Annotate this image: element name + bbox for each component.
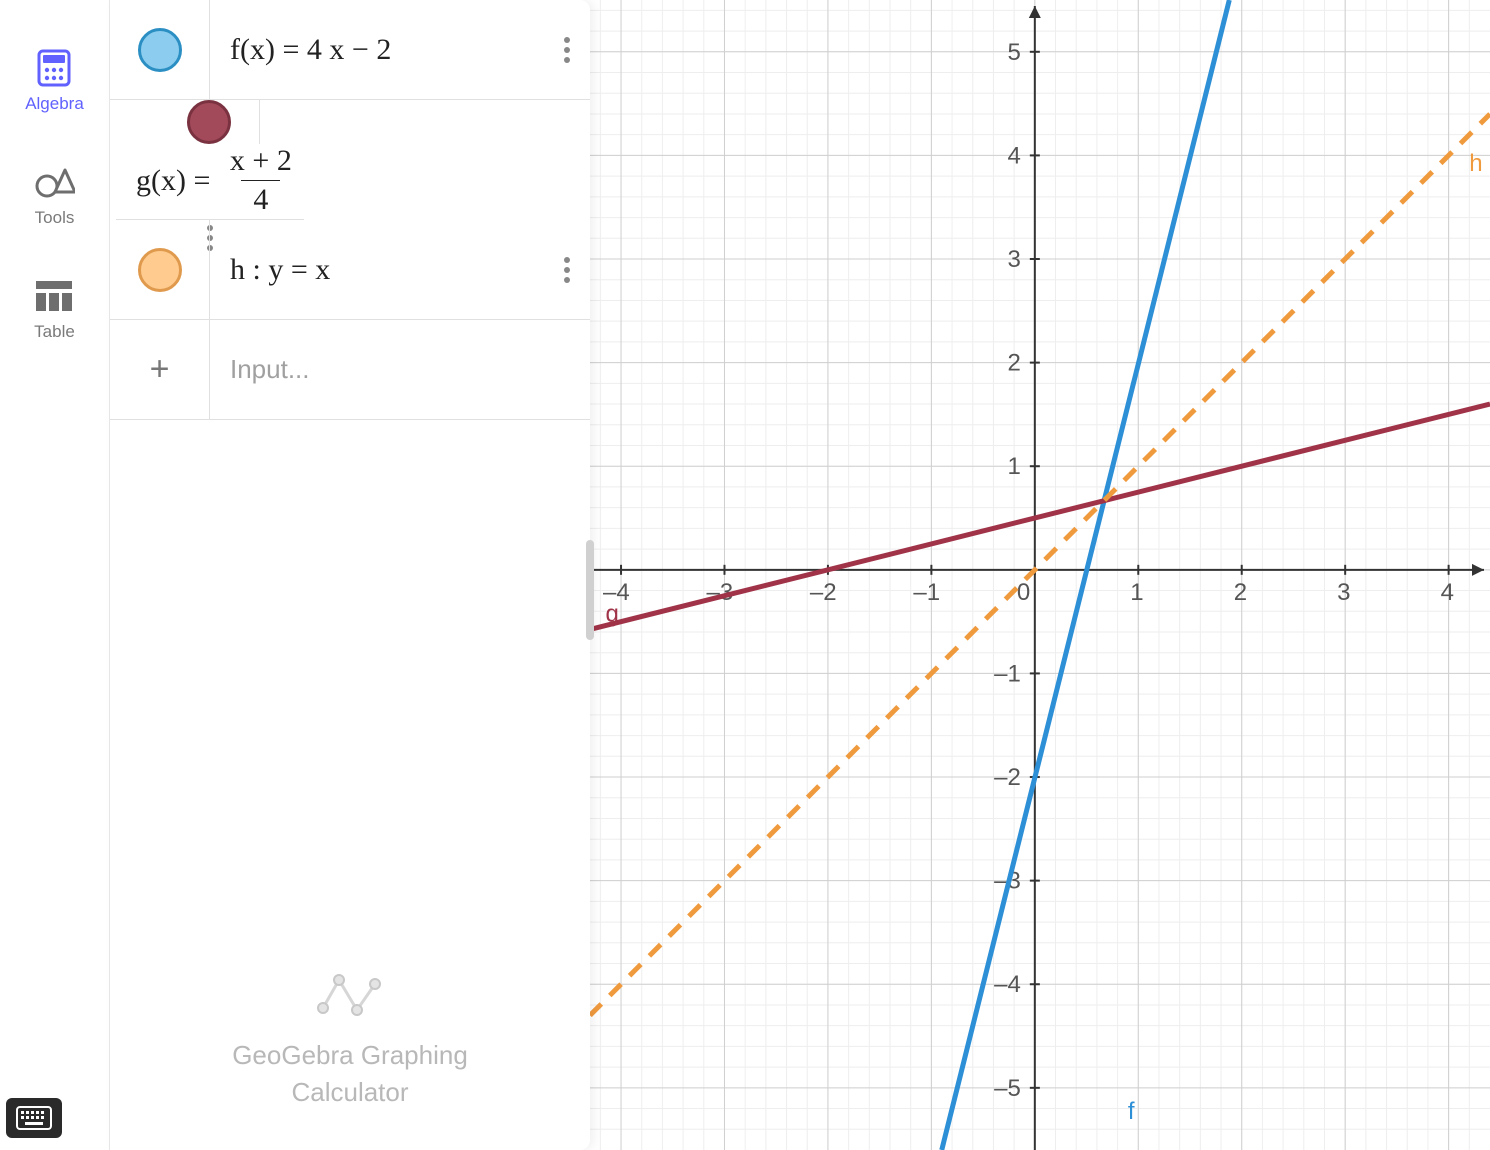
expression-row-g[interactable]: g(x) = x + 24 bbox=[116, 100, 304, 220]
visibility-dot-g[interactable] bbox=[187, 100, 231, 144]
expression-row-h[interactable]: h : y = x bbox=[110, 220, 590, 320]
nav-label-table: Table bbox=[34, 322, 75, 342]
curve-label-h: h bbox=[1469, 150, 1482, 177]
table-icon bbox=[34, 278, 74, 314]
x-tick-label: 2 bbox=[1234, 579, 1247, 606]
plus-icon: + bbox=[150, 350, 170, 389]
keyboard-button[interactable] bbox=[6, 1098, 62, 1138]
expression-row-f[interactable]: f(x) = 4 x − 2 bbox=[110, 0, 590, 100]
nav-item-table[interactable]: Table bbox=[34, 278, 75, 342]
x-tick-label: 3 bbox=[1337, 579, 1350, 606]
y-tick-label: –1 bbox=[994, 660, 1021, 687]
expression-f: f(x) = 4 x − 2 bbox=[210, 33, 544, 67]
footer-text: GeoGebra GraphingCalculator bbox=[232, 1037, 468, 1110]
y-tick-label: –5 bbox=[994, 1075, 1021, 1102]
curve-label-f: f bbox=[1128, 1098, 1135, 1125]
panel-resize-handle[interactable] bbox=[586, 540, 594, 640]
minor-gridlines bbox=[590, 0, 1490, 1150]
series-f[interactable] bbox=[942, 0, 1230, 1150]
visibility-dot-h[interactable] bbox=[138, 248, 182, 292]
y-tick-label: 5 bbox=[1007, 39, 1020, 66]
expression-input-placeholder: Input... bbox=[230, 354, 310, 385]
x-tick-label: –1 bbox=[913, 579, 940, 606]
graphing-area[interactable]: –4–3–2–101234–5–4–3–2–112345fgh bbox=[590, 0, 1490, 1150]
x-tick-label: 0 bbox=[1017, 579, 1030, 606]
expression-h: h : y = x bbox=[210, 253, 544, 287]
nav-item-tools[interactable]: Tools bbox=[35, 164, 75, 228]
algebra-panel: f(x) = 4 x − 2 g(x) = x + 24 h : y = x bbox=[110, 0, 590, 1150]
y-tick-label: 1 bbox=[1007, 453, 1020, 480]
x-axis-arrow-icon bbox=[1472, 564, 1484, 576]
nav-item-algebra[interactable]: Algebra bbox=[25, 50, 84, 114]
y-axis-arrow-icon bbox=[1029, 6, 1041, 18]
nav-label-tools: Tools bbox=[35, 208, 75, 228]
y-tick-label: –4 bbox=[994, 971, 1021, 998]
row-menu-f[interactable] bbox=[556, 29, 578, 71]
series-g[interactable] bbox=[590, 404, 1490, 629]
row-menu-h[interactable] bbox=[556, 249, 578, 291]
x-tick-label: 4 bbox=[1441, 579, 1454, 606]
panel-footer: GeoGebra GraphingCalculator bbox=[110, 970, 590, 1150]
y-tick-label: 4 bbox=[1007, 142, 1020, 169]
expression-g: g(x) = x + 24 bbox=[116, 144, 304, 217]
visibility-dot-f[interactable] bbox=[138, 28, 182, 72]
major-gridlines bbox=[590, 0, 1490, 1150]
y-tick-label: –2 bbox=[994, 764, 1021, 791]
series-h[interactable] bbox=[590, 114, 1490, 1015]
y-tick-label: 2 bbox=[1007, 350, 1020, 377]
shapes-icon bbox=[35, 164, 75, 200]
left-navigation: Algebra Tools Table bbox=[0, 0, 110, 1150]
expression-input-row[interactable]: + Input... bbox=[110, 320, 590, 420]
nav-label-algebra: Algebra bbox=[25, 94, 84, 114]
x-tick-label: 1 bbox=[1130, 579, 1143, 606]
calculator-icon bbox=[34, 50, 74, 86]
curve-label-g: g bbox=[606, 601, 619, 628]
geogebra-logo-icon bbox=[315, 970, 385, 1025]
x-tick-label: –2 bbox=[810, 579, 837, 606]
y-tick-label: 3 bbox=[1007, 246, 1020, 273]
